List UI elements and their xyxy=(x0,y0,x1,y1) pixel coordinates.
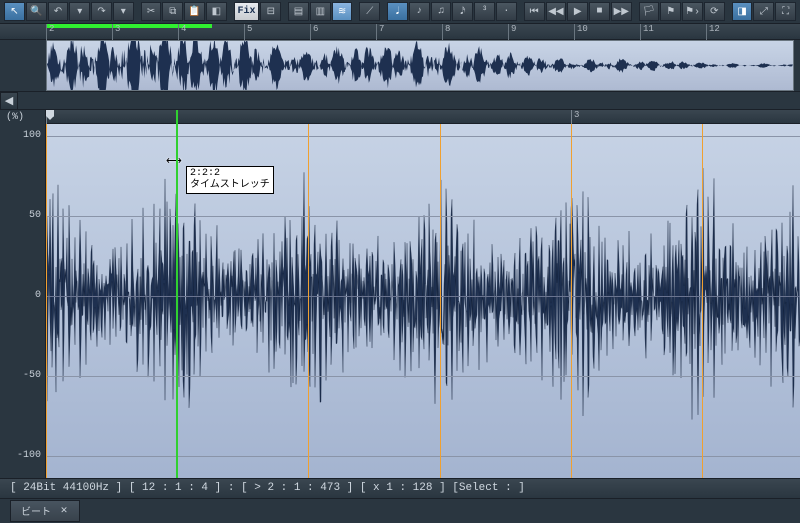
tooltip: 2:2:2 タイムストレッチ xyxy=(186,166,274,194)
note-quarter[interactable]: ♫ xyxy=(431,2,452,21)
analyze[interactable]: ▥ xyxy=(310,2,331,21)
overview-tick: 9 xyxy=(508,24,516,40)
note-eighth[interactable]: 𝅘𝅥𝅯 xyxy=(452,2,473,21)
overview-tick: 10 xyxy=(574,24,588,40)
beat-line[interactable] xyxy=(440,124,441,478)
transport-forward[interactable]: ▶▶ xyxy=(611,2,632,21)
beat-line[interactable] xyxy=(702,124,703,478)
arrow-tool[interactable]: ↖ xyxy=(4,2,25,21)
locator-line[interactable] xyxy=(176,110,178,478)
y-tick: -100 xyxy=(17,450,41,461)
redo[interactable]: ↷ xyxy=(91,2,112,21)
overview-panel: 2 3 4 5 6 7 8 9 10 11 12 xyxy=(0,24,800,92)
loop[interactable]: ⟳ xyxy=(704,2,725,21)
loop-range-bar[interactable] xyxy=(46,24,212,28)
scroll-left-button[interactable]: ◀ xyxy=(0,92,18,110)
flag-set[interactable]: ⚑ xyxy=(660,2,681,21)
overview-scrollbar-row: ◀ xyxy=(0,92,800,110)
status-text: [ 24Bit 44100Hz ] [ 12 : 1 : 4 ] : [ > 2… xyxy=(10,482,525,494)
tab-label: ビート xyxy=(21,503,51,519)
split-tool[interactable]: ⊟ xyxy=(260,2,281,21)
overview-ruler[interactable]: 2 3 4 5 6 7 8 9 10 11 12 xyxy=(0,24,800,40)
marker-add[interactable]: 🏳 xyxy=(639,2,660,21)
grid-line xyxy=(46,296,800,297)
grid-line xyxy=(46,376,800,377)
grid-line xyxy=(46,216,800,217)
y-tick: 0 xyxy=(35,290,41,301)
y-axis-unit: (%) xyxy=(6,112,24,123)
fix-mode[interactable]: Fix xyxy=(234,2,260,21)
cut[interactable]: ✂ xyxy=(141,2,162,21)
overview-tick: 3 xyxy=(112,24,120,40)
beat-line[interactable] xyxy=(308,124,309,478)
overview-waveform[interactable] xyxy=(46,40,794,91)
paste[interactable]: 📋 xyxy=(184,2,205,21)
note-dotted[interactable]: · xyxy=(496,2,517,21)
tooltip-position: 2:2:2 xyxy=(190,168,270,180)
y-axis: (%) 100 50 0 -50 -100 xyxy=(0,110,46,478)
overview-tick: 8 xyxy=(442,24,450,40)
transport-play[interactable]: ▶ xyxy=(567,2,588,21)
grid-line xyxy=(46,456,800,457)
status-bar: [ 24Bit 44100Hz ] [ 12 : 1 : 4 ] : [ > 2… xyxy=(0,478,800,498)
waveform-canvas[interactable]: 23 ⟷ 2:2:2 タイムストレッチ xyxy=(46,110,800,478)
overview-tick: 2 xyxy=(46,24,54,40)
flag-next[interactable]: ⚑› xyxy=(682,2,703,21)
ruler-tick: 3 xyxy=(571,110,579,124)
undo[interactable]: ↶ xyxy=(48,2,69,21)
beat-line[interactable] xyxy=(571,124,572,478)
slope-tool[interactable]: ⟋ xyxy=(359,2,380,21)
note-whole[interactable]: 𝅘𝅥 xyxy=(387,2,408,21)
erase[interactable]: ◧ xyxy=(206,2,227,21)
note-triplet[interactable]: ³ xyxy=(474,2,495,21)
overview-tick: 4 xyxy=(178,24,186,40)
y-tick: 50 xyxy=(29,210,41,221)
tooltip-mode: タイムストレッチ xyxy=(190,180,270,192)
fullscreen[interactable]: ⛶ xyxy=(775,2,796,21)
y-tick: 100 xyxy=(23,130,41,141)
view-mode-a[interactable]: ◨ xyxy=(732,2,753,21)
redo-dropdown[interactable]: ▾ xyxy=(113,2,134,21)
tab-beat[interactable]: ビート ✕ xyxy=(10,500,80,522)
main-editor: (%) 100 50 0 -50 -100 23 ⟷ 2:2:2 タイムストレッチ xyxy=(0,110,800,478)
overview-tick: 7 xyxy=(376,24,384,40)
main-toolbar: ↖🔍↶▾↷▾✂⧉📋◧Fix⊟▤▥≋⟋𝅘𝅥♪♫𝅘𝅥𝅯³·⏮◀◀▶■▶▶🏳⚑⚑›⟳◨… xyxy=(0,0,800,24)
stretch-cursor-icon: ⟷ xyxy=(166,154,182,168)
overview-tick: 5 xyxy=(244,24,252,40)
overview-tick: 6 xyxy=(310,24,318,40)
main-ruler[interactable]: 23 xyxy=(46,110,800,124)
copy[interactable]: ⧉ xyxy=(162,2,183,21)
tempo-map[interactable]: ▤ xyxy=(288,2,309,21)
transport-start[interactable]: ⏮ xyxy=(524,2,545,21)
transport-rewind[interactable]: ◀◀ xyxy=(546,2,567,21)
zoom-tool[interactable]: 🔍 xyxy=(26,2,47,21)
link-view[interactable]: ⤢ xyxy=(753,2,774,21)
stretch-mode[interactable]: ≋ xyxy=(332,2,353,21)
note-half[interactable]: ♪ xyxy=(409,2,430,21)
grid-line xyxy=(46,136,800,137)
tab-bar: ビート ✕ xyxy=(0,498,800,523)
beat-line[interactable] xyxy=(46,124,47,478)
y-tick: -50 xyxy=(23,370,41,381)
overview-tick: 12 xyxy=(706,24,720,40)
transport-stop[interactable]: ■ xyxy=(589,2,610,21)
tab-close-icon[interactable]: ✕ xyxy=(59,506,69,516)
overview-tick: 11 xyxy=(640,24,654,40)
undo-dropdown[interactable]: ▾ xyxy=(69,2,90,21)
